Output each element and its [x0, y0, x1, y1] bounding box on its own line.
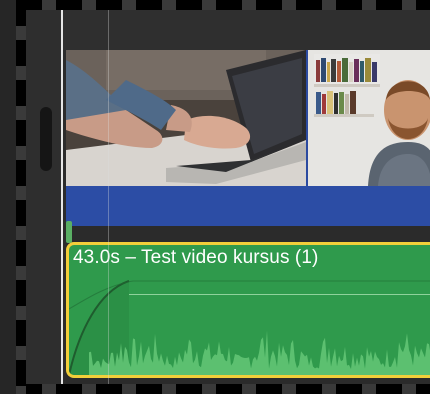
audio-waveform: [69, 280, 430, 375]
filmstrip-border-top: [16, 0, 430, 10]
audio-clip[interactable]: 43.0s – Test video kursus (1): [66, 242, 430, 378]
skimmer-line[interactable]: [61, 10, 63, 390]
video-thumbnail-presenter: [308, 50, 430, 186]
filmstrip-border-left: [16, 0, 26, 394]
video-clip-bar: [66, 186, 430, 226]
timeline-left-rail: [26, 10, 62, 384]
timeline-window: 43.0s – Test video kursus (1): [0, 0, 430, 394]
audio-connector: [66, 221, 72, 243]
scroll-handle[interactable]: [40, 107, 52, 171]
playhead-line: [108, 10, 109, 384]
video-clip[interactable]: [66, 50, 430, 226]
timeline-top-strip: [62, 10, 430, 50]
video-thumbnail-laptop: [66, 50, 306, 186]
filmstrip-border-bottom: [16, 384, 430, 394]
